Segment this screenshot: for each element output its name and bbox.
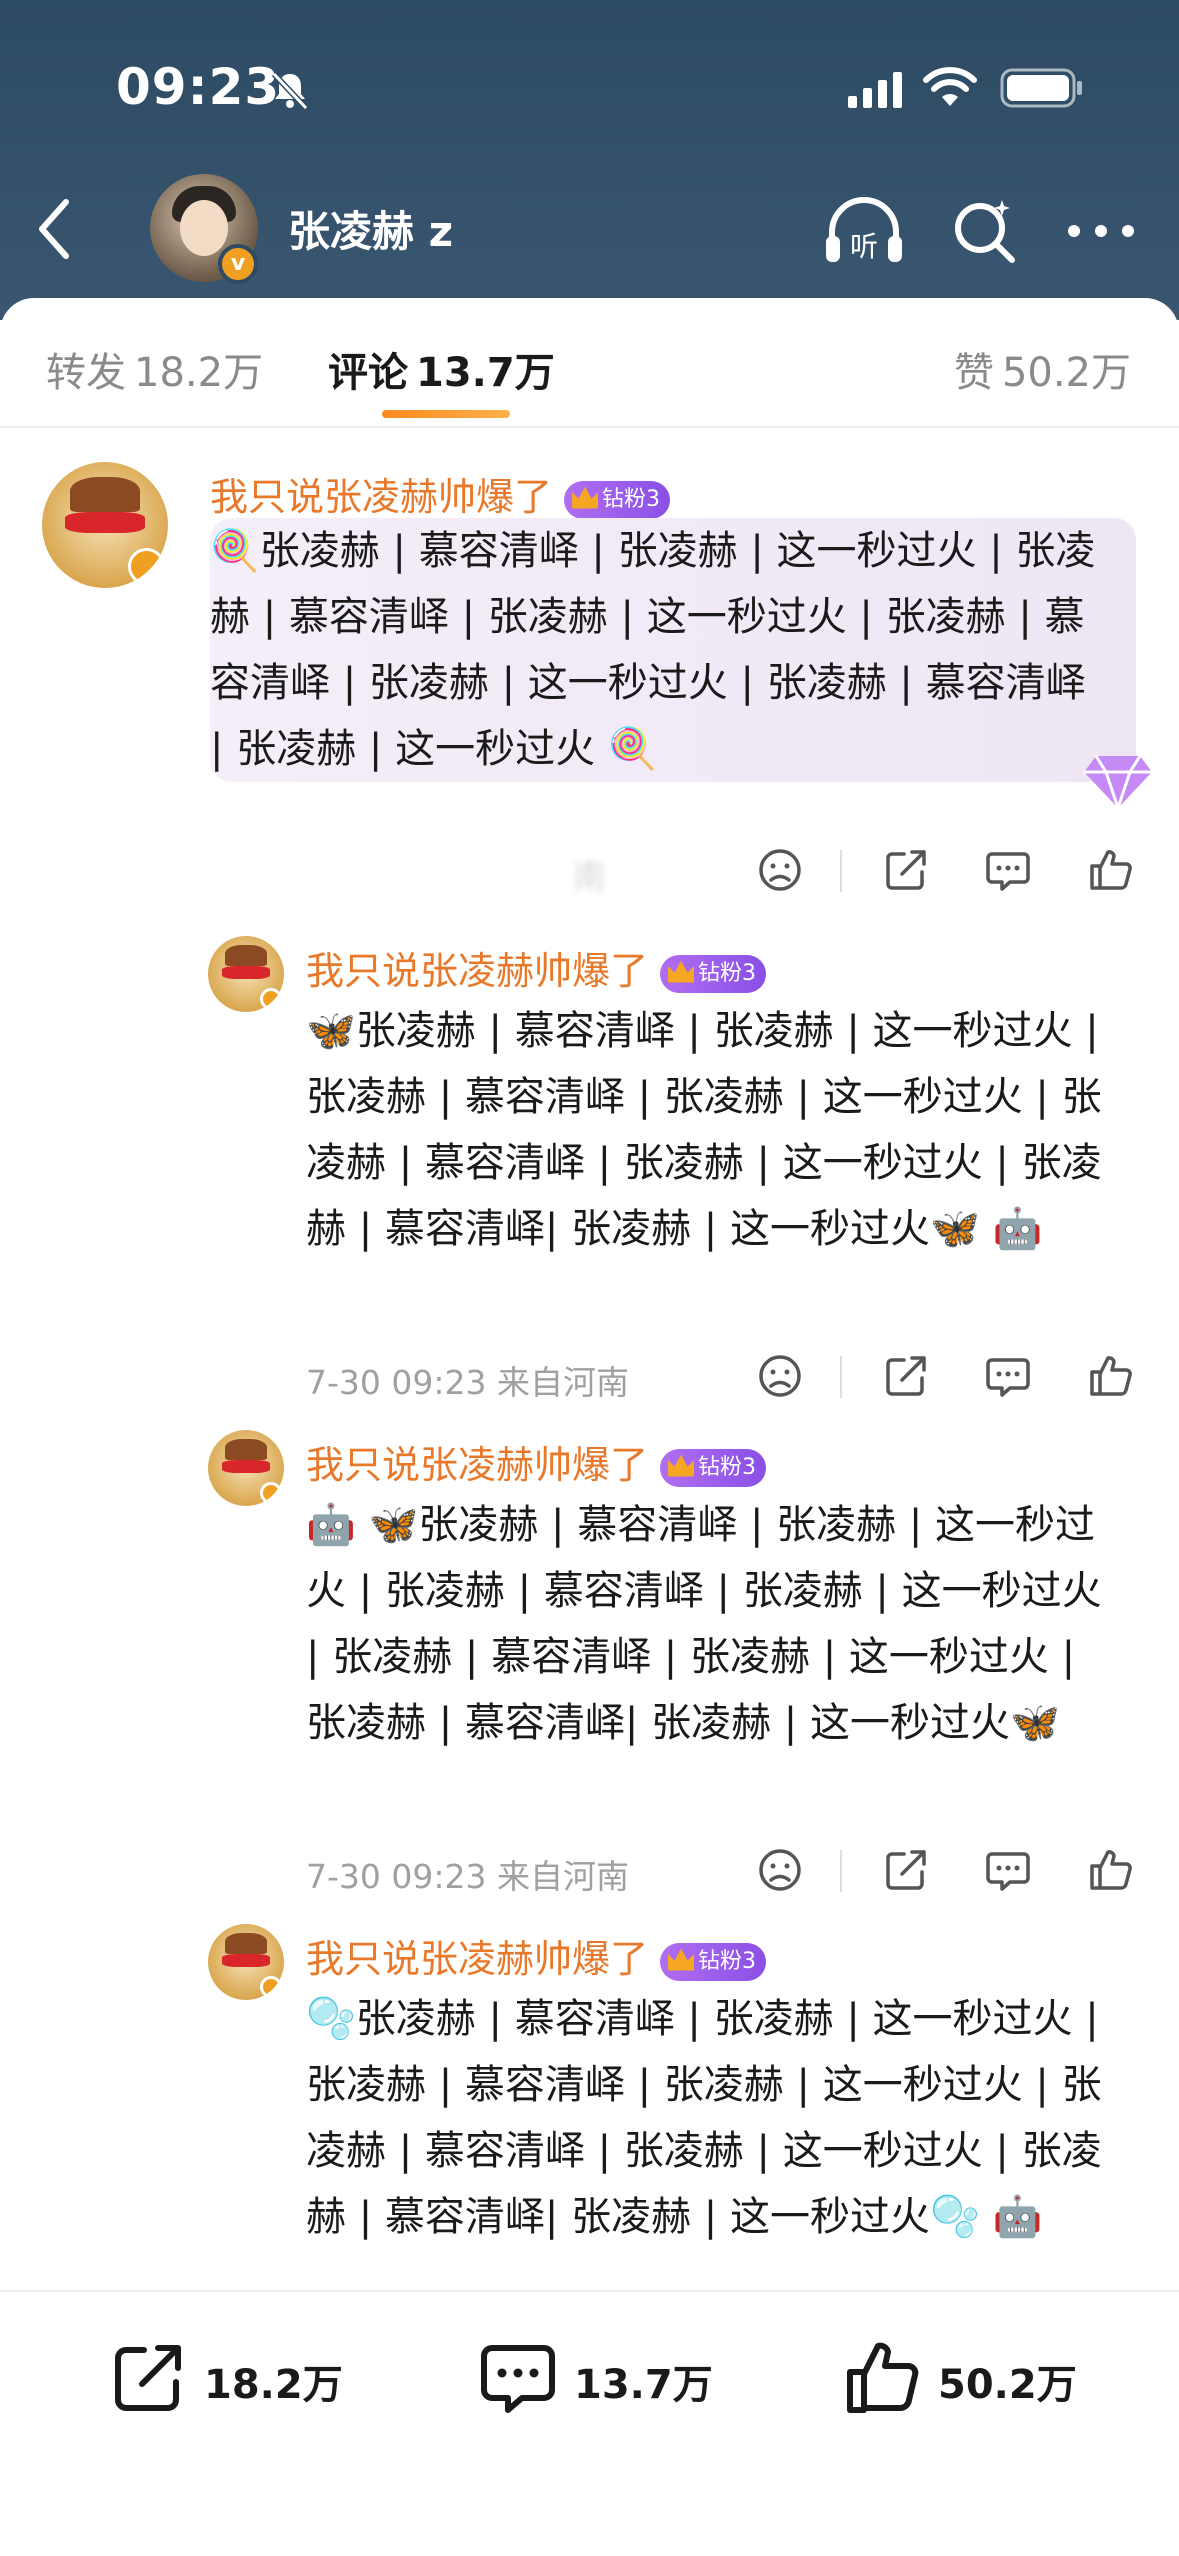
svg-text:听: 听 [850,230,878,263]
status-time: 09:23 [116,58,281,116]
like-thumb-icon[interactable] [1086,846,1134,894]
reply-comment-icon[interactable] [984,1846,1032,1894]
divider [840,850,842,892]
divider [840,1850,842,1892]
verified-badge-icon: v [218,244,258,284]
like-thumb-icon[interactable] [1086,1846,1134,1894]
tab-repost-label: 转发 [46,350,126,396]
fan-level-badge: 钻粉3 [660,1942,767,1981]
divider [840,1356,842,1398]
fan-level-label: 钻粉3 [698,1454,757,1480]
commenter-name[interactable]: 我只说张凌赫帅爆了 [306,1443,648,1487]
share-icon[interactable] [882,1846,930,1894]
like-thumb-icon [847,2342,919,2413]
reply-comment-icon[interactable] [984,846,1032,894]
listen-headphones-icon[interactable]: 听 [822,194,906,268]
active-tab-indicator [382,410,510,418]
comment-text: 🤖 🦋张凌赫 | 慕容清峄 | 张凌赫 | 这一秒过火 | 张凌赫 | 慕容清峄… [306,1502,1102,1746]
tab-bar: 转发 18.2万 评论 13.7万 赞 50.2万 [0,298,1179,428]
comment-text: 🫧张凌赫 | 慕容清峄 | 张凌赫 | 这一秒过火 | 张凌赫 | 慕容清峄 |… [306,1996,1102,2240]
tab-repost[interactable]: 转发 18.2万 [46,340,263,398]
fan-level-badge: 钻粉3 [660,954,767,993]
crown-icon [668,1454,695,1477]
bottom-action-bar: 18.2万 13.7万 50.2万 [0,2290,1179,2556]
comment-meta: 7-30 09:23 来自河南 [306,1857,629,1896]
commenter-name-row: 我只说张凌赫帅爆了 钻粉3 [210,466,671,521]
share-icon[interactable] [882,1352,930,1400]
crown-icon [572,486,599,509]
dislike-face-icon[interactable] [756,1352,804,1400]
tab-comment-count: 13.7万 [416,350,555,396]
nav-bar: v 张凌赫 z 听 [0,170,1179,290]
author-name[interactable]: 张凌赫 z [288,198,453,259]
comment-text: 🍭张凌赫 | 慕容清峄 | 张凌赫 | 这一秒过火 | 张凌赫 | 慕容清峄 |… [210,518,1136,782]
wifi-icon [923,67,977,106]
back-arrow-icon[interactable] [30,194,80,264]
tab-like-count: 50.2万 [1001,350,1131,396]
tab-like-label: 赞 [953,350,994,396]
repost-share-icon [115,2345,181,2411]
share-icon[interactable] [882,846,930,894]
comment-count: 13.7万 [574,2362,713,2408]
tab-like[interactable]: 赞 50.2万 [954,340,1131,398]
top-header: 09:23 v 张凌赫 z 听 [0,0,1179,320]
mute-bell-icon [271,71,309,111]
crown-icon [668,960,695,983]
cellular-signal-icon [848,72,902,108]
comment-meta: 南 [210,857,606,896]
commenter-avatar[interactable] [208,936,284,1012]
like-thumb-icon[interactable] [1086,1352,1134,1400]
comment-actions [756,1352,1176,1404]
diamond-gem-icon [1084,755,1152,812]
more-options-icon[interactable] [1066,216,1136,246]
like-count: 50.2万 [938,2362,1077,2408]
commenter-avatar[interactable] [208,1924,284,2000]
crown-icon [668,1948,695,1971]
fan-level-label: 钻粉3 [698,960,757,986]
commenter-name-row: 我只说张凌赫帅爆了 钻粉3 [306,1928,767,1983]
comment-meta: 7-30 09:23 来自河南 [306,1363,629,1402]
commenter-name[interactable]: 我只说张凌赫帅爆了 [306,949,648,993]
status-bar: 09:23 [0,52,1179,122]
tab-comment[interactable]: 评论 13.7万 [328,340,555,398]
comment-text: 🦋张凌赫 | 慕容清峄 | 张凌赫 | 这一秒过火 | 张凌赫 | 慕容清峄 |… [306,1008,1102,1252]
dislike-face-icon[interactable] [756,846,804,894]
tab-comment-label: 评论 [328,350,408,396]
reply-comment-icon[interactable] [984,1352,1032,1400]
fan-level-label: 钻粉3 [602,486,661,512]
fan-level-badge: 钻粉3 [660,1448,767,1487]
fan-level-badge: 钻粉3 [564,480,671,519]
comment-actions [756,846,1176,898]
comment-bubble-icon [481,2345,555,2413]
battery-icon [1000,68,1082,108]
fan-level-label: 钻粉3 [698,1948,757,1974]
tab-repost-count: 18.2万 [134,350,264,396]
dislike-face-icon[interactable] [756,1846,804,1894]
commenter-name[interactable]: 我只说张凌赫帅爆了 [306,1937,648,1981]
commenter-name[interactable]: 我只说张凌赫帅爆了 [210,475,552,519]
repost-count: 18.2万 [204,2362,343,2408]
commenter-avatar[interactable] [42,462,168,588]
search-icon[interactable] [950,196,1020,266]
commenter-avatar[interactable] [208,1430,284,1506]
comment-actions [756,1846,1176,1898]
commenter-name-row: 我只说张凌赫帅爆了 钻粉3 [306,1434,767,1489]
commenter-name-row: 我只说张凌赫帅爆了 钻粉3 [306,940,767,995]
